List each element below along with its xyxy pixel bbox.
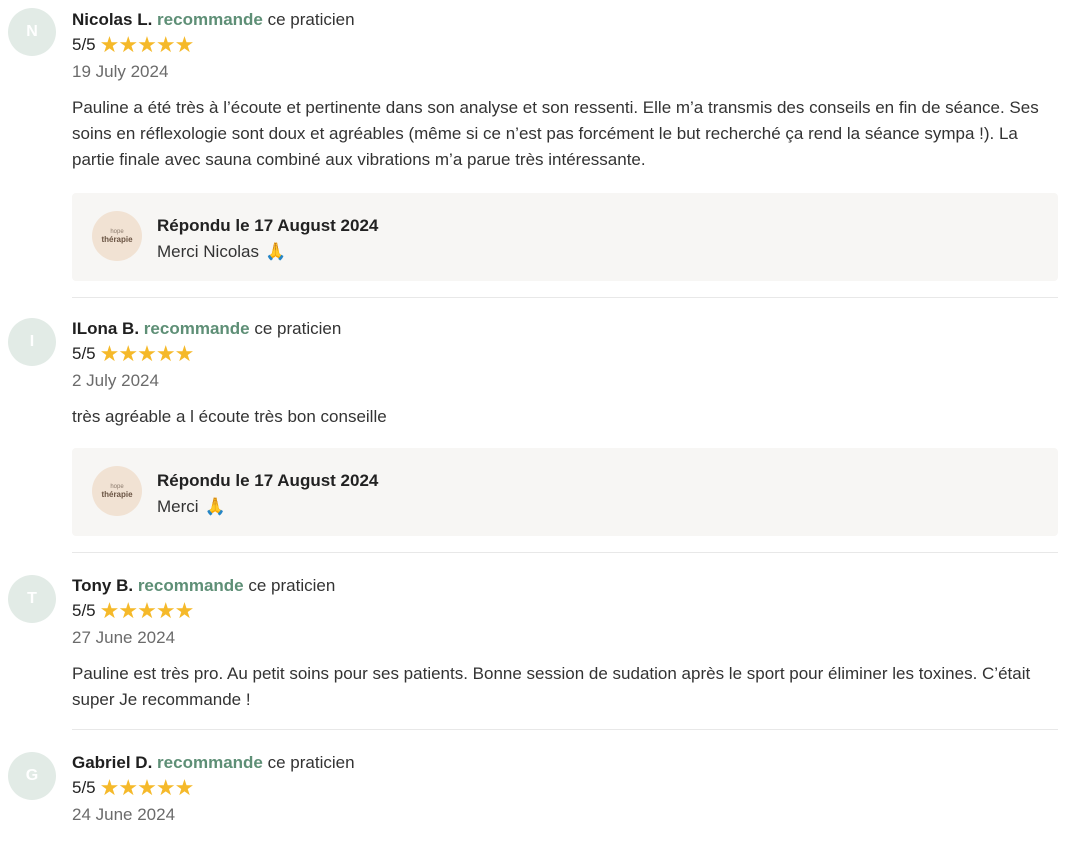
practitioner-label: ce praticien bbox=[254, 319, 342, 338]
star-icon: ★ bbox=[99, 341, 120, 366]
rating: 5/5 ★ ★ ★ ★ ★ bbox=[72, 342, 1058, 366]
praying-hands-icon: 🙏 bbox=[204, 497, 226, 516]
rating: 5/5 ★ ★ ★ ★ ★ bbox=[72, 33, 1058, 57]
reply-title: Répondu le 17 August 2024 bbox=[157, 216, 379, 235]
rating: 5/5 ★ ★ ★ ★ ★ bbox=[72, 776, 1058, 800]
star-icon: ★ bbox=[137, 598, 157, 623]
practitioner-logo: hope thérapie bbox=[92, 466, 142, 516]
star-icon: ★ bbox=[137, 341, 157, 366]
rating: 5/5 ★ ★ ★ ★ ★ bbox=[72, 599, 1058, 623]
reply-message: Merci Nicolas bbox=[157, 242, 260, 261]
reviewer-name: Gabriel D. bbox=[72, 753, 153, 772]
star-icon: ★ bbox=[118, 598, 138, 623]
review-item: N Nicolas L. recommande ce praticien 5/5… bbox=[0, 0, 1066, 297]
reply-message: Merci bbox=[157, 497, 199, 516]
star-icon: ★ bbox=[137, 775, 157, 800]
recommend-label: recommande bbox=[157, 753, 263, 772]
avatar: G bbox=[8, 752, 56, 800]
reviewer-name: ILona B. bbox=[72, 319, 140, 338]
reviews-list: N Nicolas L. recommande ce praticien 5/5… bbox=[0, 0, 1066, 826]
logo-text-main: thérapie bbox=[101, 234, 133, 244]
review-item: T Tony B. recommande ce praticien 5/5 ★ … bbox=[0, 553, 1066, 729]
review-date: 27 June 2024 bbox=[72, 628, 176, 647]
reply-title: Répondu le 17 August 2024 bbox=[157, 471, 379, 490]
review-text: très agréable a l écoute très bon consei… bbox=[72, 407, 387, 426]
recommend-label: recommande bbox=[137, 576, 244, 595]
rating-value: 5/5 bbox=[72, 778, 96, 797]
reply-content: Répondu le 17 August 2024 Merci Nicolas 🙏 bbox=[157, 211, 378, 263]
rating-value: 5/5 bbox=[72, 35, 96, 54]
star-icon: ★ bbox=[99, 775, 120, 800]
avatar: N bbox=[8, 8, 56, 56]
practitioner-label: ce praticien bbox=[267, 753, 355, 772]
star-icon: ★ bbox=[118, 32, 138, 57]
reviewer-name: Tony B. bbox=[72, 576, 134, 595]
avatar: I bbox=[8, 318, 56, 366]
star-icon: ★ bbox=[174, 775, 195, 800]
review-text: Pauline est très pro. Au petit soins pou… bbox=[72, 664, 1031, 709]
star-icon: ★ bbox=[118, 341, 138, 366]
reply-text: Merci Nicolas 🙏 bbox=[157, 241, 378, 263]
star-icon: ★ bbox=[118, 775, 138, 800]
logo-text-main: thérapie bbox=[101, 489, 133, 499]
star-icon: ★ bbox=[174, 341, 195, 366]
recommend-label: recommande bbox=[157, 10, 263, 29]
star-icon: ★ bbox=[155, 598, 176, 623]
practitioner-logo: hope thérapie bbox=[92, 211, 142, 261]
review-header: Gabriel D. recommande ce praticien bbox=[72, 752, 1058, 774]
review-date: 24 June 2024 bbox=[72, 805, 176, 824]
practitioner-label: ce praticien bbox=[248, 576, 336, 595]
avatar: T bbox=[8, 575, 56, 623]
praying-hands-icon: 🙏 bbox=[265, 242, 287, 261]
star-icon: ★ bbox=[174, 32, 195, 57]
rating-value: 5/5 bbox=[72, 601, 96, 620]
review-text: Pauline a été très à l’écoute et pertine… bbox=[72, 98, 1039, 169]
star-icon: ★ bbox=[174, 598, 195, 623]
review-header: Tony B. recommande ce praticien bbox=[72, 575, 1058, 597]
reply-content: Répondu le 17 August 2024 Merci 🙏 bbox=[157, 466, 378, 518]
star-icon: ★ bbox=[99, 32, 120, 57]
recommend-label: recommande bbox=[143, 319, 250, 338]
review-header: ILona B. recommande ce praticien bbox=[72, 318, 1058, 340]
practitioner-reply: hope thérapie Répondu le 17 August 2024 … bbox=[72, 193, 1058, 281]
review-item: G Gabriel D. recommande ce praticien 5/5… bbox=[0, 730, 1066, 826]
review-date: 2 July 2024 bbox=[72, 371, 159, 390]
practitioner-label: ce praticien bbox=[267, 10, 355, 29]
rating-value: 5/5 bbox=[72, 344, 96, 363]
star-icon: ★ bbox=[99, 598, 120, 623]
star-icon: ★ bbox=[155, 32, 176, 57]
star-icon: ★ bbox=[155, 341, 176, 366]
review-item: I ILona B. recommande ce praticien 5/5 ★… bbox=[0, 298, 1066, 552]
review-header: Nicolas L. recommande ce praticien bbox=[72, 9, 1058, 31]
practitioner-reply: hope thérapie Répondu le 17 August 2024 … bbox=[72, 448, 1058, 536]
reply-text: Merci 🙏 bbox=[157, 496, 378, 518]
star-icon: ★ bbox=[137, 32, 157, 57]
review-date: 19 July 2024 bbox=[72, 62, 169, 81]
star-icon: ★ bbox=[155, 775, 176, 800]
reviewer-name: Nicolas L. bbox=[72, 10, 153, 29]
